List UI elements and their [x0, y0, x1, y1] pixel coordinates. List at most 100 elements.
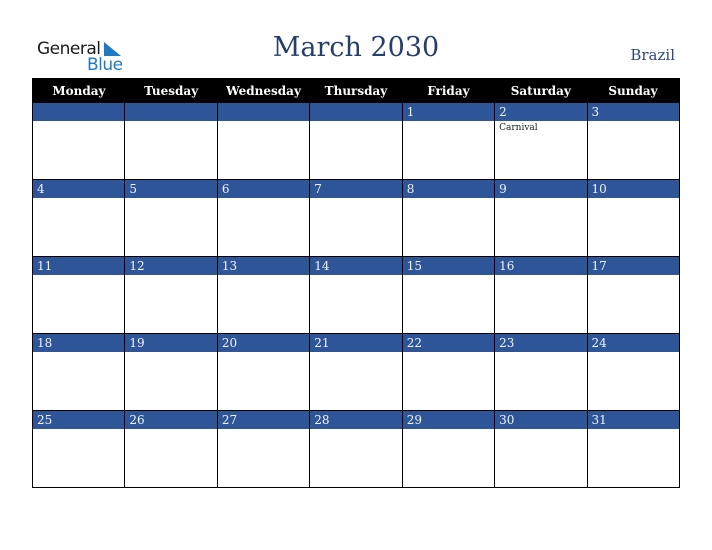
week-row: 25 26 27 28 29 30 31: [31, 410, 681, 488]
country-label: Brazil: [630, 46, 675, 64]
weekday-header: Tuesday: [124, 78, 218, 103]
day-event: [495, 429, 586, 433]
day-number: 3: [587, 103, 679, 121]
day-event: [33, 198, 124, 202]
page-title: March 2030: [272, 32, 440, 63]
day-event: [125, 352, 216, 356]
day-cell[interactable]: 31: [586, 410, 681, 488]
weekday-header: Saturday: [494, 78, 588, 103]
day-number: 6: [217, 180, 310, 198]
day-cell[interactable]: 8: [401, 179, 496, 257]
day-cell[interactable]: 29: [401, 410, 496, 488]
day-event: [495, 275, 586, 279]
day-cell[interactable]: 10: [586, 179, 681, 257]
day-event: [125, 121, 216, 125]
day-cell[interactable]: 9: [494, 179, 588, 257]
calendar-grid: Monday Tuesday Wednesday Thursday Friday…: [31, 78, 681, 488]
day-event: [495, 352, 586, 356]
day-cell[interactable]: [216, 102, 311, 180]
day-event: [33, 352, 124, 356]
day-number: 19: [125, 334, 217, 352]
day-event: [403, 352, 494, 356]
day-cell[interactable]: [31, 102, 126, 180]
day-event: [218, 198, 309, 202]
day-event: Carnival: [499, 123, 538, 133]
day-cell[interactable]: [124, 102, 218, 180]
week-row: 18 19 20 21 22 23 24: [31, 333, 681, 411]
weekday-header: Sunday: [587, 78, 680, 103]
day-cell[interactable]: 28: [309, 410, 403, 488]
day-cell[interactable]: 15: [401, 256, 496, 334]
day-cell[interactable]: [309, 102, 403, 180]
day-number: 9: [495, 180, 587, 198]
day-cell[interactable]: 21: [309, 333, 403, 411]
day-cell[interactable]: 30: [494, 410, 588, 488]
day-number: 8: [402, 180, 495, 198]
day-cell[interactable]: 7: [309, 179, 403, 257]
day-cell[interactable]: 1: [401, 102, 496, 180]
week-row: 11 12 13 14 15 16 17: [31, 256, 681, 334]
weekday-header: Monday: [32, 78, 125, 103]
day-number: 29: [402, 411, 495, 429]
day-number: [217, 103, 310, 121]
day-cell[interactable]: 5: [124, 179, 218, 257]
day-number: 31: [587, 411, 679, 429]
day-number: 25: [33, 411, 125, 429]
day-event: [495, 198, 586, 202]
day-event: [310, 121, 401, 125]
day-event: [403, 198, 494, 202]
day-cell[interactable]: 6: [216, 179, 311, 257]
day-event: [588, 352, 679, 356]
day-event: [33, 121, 124, 125]
day-event: [588, 275, 679, 279]
week-row: 1 2 Carnival 3: [31, 102, 681, 180]
day-number: 18: [33, 334, 125, 352]
weekday-header: Wednesday: [217, 78, 310, 103]
day-number: 27: [217, 411, 310, 429]
day-cell[interactable]: 25: [31, 410, 126, 488]
day-cell[interactable]: 19: [124, 333, 218, 411]
day-number: 15: [402, 257, 495, 275]
day-cell[interactable]: 27: [216, 410, 311, 488]
day-event: [125, 429, 216, 433]
day-cell[interactable]: 11: [31, 256, 126, 334]
day-event: [588, 198, 679, 202]
day-cell[interactable]: 26: [124, 410, 218, 488]
day-cell[interactable]: 22: [401, 333, 496, 411]
day-cell[interactable]: 14: [309, 256, 403, 334]
day-number: 22: [402, 334, 495, 352]
day-cell[interactable]: 20: [216, 333, 311, 411]
day-event: [33, 275, 124, 279]
day-number: 13: [217, 257, 310, 275]
day-number: 2: [495, 103, 587, 121]
day-number: 17: [587, 257, 679, 275]
day-number: [310, 103, 402, 121]
day-event: [403, 121, 494, 125]
day-number: 16: [495, 257, 587, 275]
day-number: 14: [310, 257, 402, 275]
day-number: 7: [310, 180, 402, 198]
day-cell[interactable]: 12: [124, 256, 218, 334]
day-number: 26: [125, 411, 217, 429]
day-number: [33, 103, 125, 121]
day-cell[interactable]: 24: [586, 333, 681, 411]
day-number: 12: [125, 257, 217, 275]
day-event: [125, 275, 216, 279]
day-cell[interactable]: 17: [586, 256, 681, 334]
day-cell[interactable]: 2 Carnival: [494, 102, 588, 180]
weekday-header: Friday: [402, 78, 495, 103]
day-number: 28: [310, 411, 402, 429]
day-cell[interactable]: 18: [31, 333, 126, 411]
day-event: [403, 429, 494, 433]
day-number: 10: [587, 180, 679, 198]
day-cell[interactable]: 23: [494, 333, 588, 411]
day-event: [310, 429, 401, 433]
day-cell[interactable]: 4: [31, 179, 126, 257]
day-cell[interactable]: 13: [216, 256, 311, 334]
day-cell[interactable]: 16: [494, 256, 588, 334]
day-event: [588, 121, 679, 125]
day-number: 24: [587, 334, 679, 352]
day-cell[interactable]: 3: [586, 102, 681, 180]
day-event: [125, 198, 216, 202]
day-number: 20: [217, 334, 310, 352]
